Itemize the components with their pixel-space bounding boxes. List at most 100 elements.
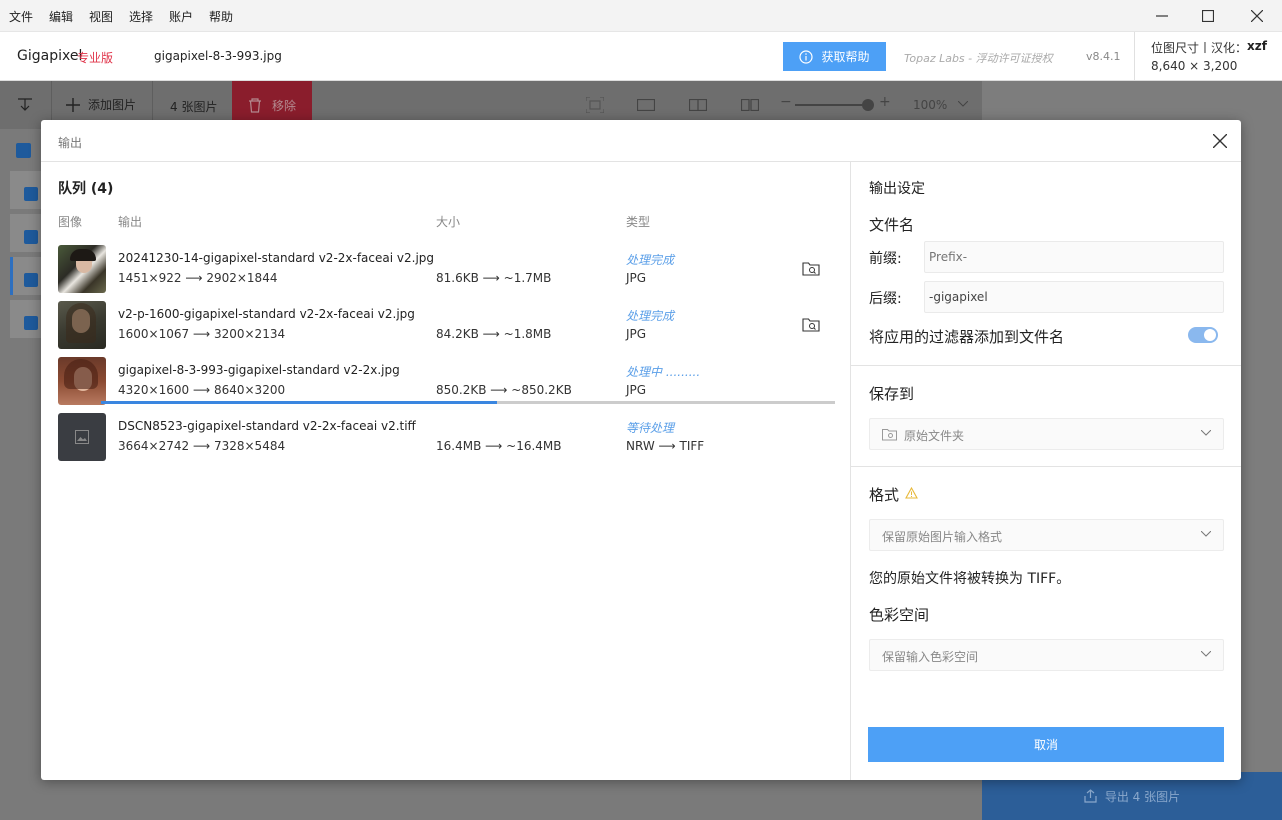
trash-icon xyxy=(248,97,261,113)
cancel-button[interactable]: 取消 xyxy=(868,727,1224,762)
zoom-level[interactable]: 100% xyxy=(913,98,947,112)
menu-view[interactable]: 视图 xyxy=(89,8,113,25)
output-filename: DSCN8523-gigapixel-standard v2-2x-faceai… xyxy=(118,419,416,433)
maximize-button[interactable] xyxy=(1185,0,1231,32)
close-icon xyxy=(1251,10,1263,22)
filter-toggle-label: 将应用的过滤器添加到文件名 xyxy=(869,328,1065,346)
thumbnail-item[interactable] xyxy=(10,300,42,338)
status-text: 等待处理 xyxy=(626,421,675,435)
queue-title: 队列 (4) xyxy=(58,181,114,197)
output-settings-title: 输出设定 xyxy=(869,181,925,197)
minimize-button[interactable] xyxy=(1139,0,1185,32)
thumbnail-item-selected[interactable] xyxy=(10,257,42,295)
info-icon xyxy=(799,49,814,64)
status-text: 处理完成 xyxy=(626,309,675,323)
version-text: v8.4.1 xyxy=(1086,50,1121,63)
menu-help[interactable]: 帮助 xyxy=(209,8,233,25)
output-dimensions: 4320×1600 ⟶ 8640×3200 xyxy=(118,383,286,397)
side-by-side-icon[interactable] xyxy=(741,99,759,111)
minimize-icon xyxy=(1156,15,1168,17)
color-space-value: 保留输入色彩空间 xyxy=(882,650,979,664)
prefix-input[interactable] xyxy=(924,241,1224,273)
app-name: Gigapixel xyxy=(17,48,83,64)
get-help-button[interactable]: 获取帮助 xyxy=(783,42,886,71)
edition-badge: 专业版 xyxy=(77,51,114,65)
output-size: 81.6KB ⟶ ~1.7MB xyxy=(436,271,552,285)
output-dimensions: 1451×922 ⟶ 2902×1844 xyxy=(118,271,278,285)
close-icon xyxy=(1213,134,1227,148)
image-thumbnail xyxy=(58,301,106,349)
zoom-out-button[interactable]: − xyxy=(780,94,792,110)
translator-name: xzf xyxy=(1247,39,1267,53)
thumbnail-item[interactable] xyxy=(10,171,42,209)
open-folder-icon[interactable] xyxy=(802,261,820,277)
image-thumbnail xyxy=(58,245,106,293)
suffix-label: 后缀: xyxy=(869,291,902,307)
zoom-slider[interactable] xyxy=(795,104,870,106)
queue-row: DSCN8523-gigapixel-standard v2-2x-faceai… xyxy=(58,413,838,463)
menu-file[interactable]: 文件 xyxy=(9,8,33,25)
item-checkbox[interactable] xyxy=(24,273,38,287)
color-space-select[interactable]: 保留输入色彩空间 xyxy=(869,639,1224,671)
image-thumbnail xyxy=(58,357,106,405)
split-view-icon[interactable] xyxy=(689,99,707,111)
select-all-checkbox[interactable] xyxy=(16,143,31,158)
chevron-down-icon[interactable] xyxy=(958,101,968,107)
prefix-label: 前缀: xyxy=(869,251,902,267)
zoom-slider-handle[interactable] xyxy=(862,99,874,111)
output-dimensions: 3664×2742 ⟶ 7328×5484 xyxy=(118,439,286,453)
filename-section-title: 文件名 xyxy=(869,216,915,234)
status-text: 处理中 ......... xyxy=(626,365,701,379)
image-count: 4 张图片 xyxy=(170,100,218,114)
close-window-button[interactable] xyxy=(1234,0,1280,32)
dialog-header-divider xyxy=(41,161,1241,162)
collapse-icon[interactable] xyxy=(16,97,34,113)
item-checkbox[interactable] xyxy=(24,187,38,201)
convert-note: 您的原始文件将被转换为 TIFF。 xyxy=(869,571,1071,587)
save-to-select[interactable]: 原始文件夹 xyxy=(869,418,1224,450)
item-checkbox[interactable] xyxy=(24,230,38,244)
dialog-close-button[interactable] xyxy=(1209,130,1231,152)
format-select[interactable]: 保留原始图片输入格式 xyxy=(869,519,1224,551)
menu-edit[interactable]: 编辑 xyxy=(49,8,73,25)
file-type: JPG xyxy=(626,383,647,397)
progress-bar xyxy=(101,401,835,404)
dialog-title: 输出 xyxy=(58,136,83,150)
column-header-output: 输出 xyxy=(118,215,143,229)
dims-label: 位图尺寸丨汉化： xyxy=(1151,41,1248,55)
section-divider xyxy=(851,365,1241,366)
chevron-down-icon xyxy=(1201,651,1211,657)
output-dialog: 输出 队列 (4) 图像 输出 大小 类型 20241230-14-gigapi… xyxy=(41,120,1241,780)
queue-row: 20241230-14-gigapixel-standard v2-2x-fac… xyxy=(58,245,838,295)
zoom-in-button[interactable]: + xyxy=(879,94,891,110)
menu-account[interactable]: 账户 xyxy=(169,8,193,25)
chevron-down-icon xyxy=(1201,531,1211,537)
file-type: JPG xyxy=(626,271,647,285)
dialog-column-divider xyxy=(850,162,851,780)
format-title: 格式 xyxy=(869,486,900,504)
folder-icon xyxy=(882,429,897,441)
add-images-button[interactable]: 添加图片 xyxy=(66,96,136,113)
suffix-input[interactable]: -gigapixel xyxy=(924,281,1224,313)
license-text: Topaz Labs - 浮动许可证授权 xyxy=(904,52,1053,65)
color-space-title: 色彩空间 xyxy=(869,606,930,624)
file-type: JPG xyxy=(626,327,647,341)
section-divider xyxy=(851,466,1241,467)
image-icon xyxy=(75,430,89,444)
fit-view-icon[interactable] xyxy=(586,97,604,113)
open-folder-icon[interactable] xyxy=(802,317,820,333)
maximize-icon xyxy=(1202,10,1214,22)
remove-label: 移除 xyxy=(271,98,296,113)
thumbnail-item[interactable] xyxy=(10,214,42,252)
single-view-icon[interactable] xyxy=(637,99,655,111)
current-filename: gigapixel-8-3-993.jpg xyxy=(154,49,282,63)
item-checkbox[interactable] xyxy=(24,316,38,330)
export-label: 导出 4 张图片 xyxy=(1104,789,1181,804)
filter-toggle[interactable] xyxy=(1188,327,1218,343)
file-type: NRW ⟶ TIFF xyxy=(626,439,705,453)
menu-select[interactable]: 选择 xyxy=(129,8,153,25)
add-images-label: 添加图片 xyxy=(88,98,137,112)
column-header-type: 类型 xyxy=(626,215,651,229)
output-filename: v2-p-1600-gigapixel-standard v2-2x-facea… xyxy=(118,307,415,321)
format-value: 保留原始图片输入格式 xyxy=(882,530,1003,544)
